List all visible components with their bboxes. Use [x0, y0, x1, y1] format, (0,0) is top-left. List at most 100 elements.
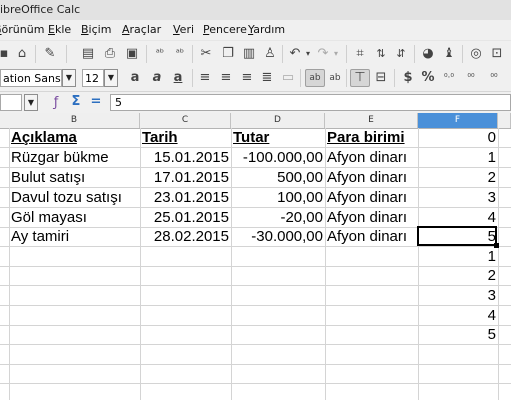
pivot-table-icon[interactable]: ♝ [441, 46, 457, 62]
cell-para-birimi[interactable]: Afyon dinarı [327, 188, 417, 208]
function-wizard-icon[interactable]: ƒ [48, 95, 64, 111]
cell-aciklama[interactable]: Davul tozu satışı [11, 188, 139, 208]
cell-tarih[interactable]: 25.01.2015 [142, 208, 229, 228]
edit-mode-icon[interactable]: ✎ [42, 46, 58, 62]
italic-icon[interactable]: a [149, 70, 165, 86]
sum-icon[interactable]: Σ [68, 94, 84, 110]
chart-icon[interactable]: ◕ [420, 46, 436, 62]
bold-icon[interactable]: a [127, 70, 143, 86]
sort-descending-icon[interactable]: ⇵ [393, 46, 409, 62]
align-center-icon[interactable]: ≡ [218, 70, 234, 86]
menu-gorunum[interactable]: Görünüm [0, 20, 44, 40]
cell-header-aciklama[interactable]: Açıklama [11, 128, 139, 148]
align-left-icon[interactable]: ≡ [197, 70, 213, 86]
cell-tarih[interactable]: 28.02.2015 [142, 227, 229, 247]
cell-header-tarih[interactable]: Tarih [142, 128, 230, 148]
cell-tutar[interactable]: 500,00 [233, 168, 323, 188]
title-bar: ibreOffice Calc [0, 0, 511, 21]
number-format-icon[interactable]: ⁰⋅⁰ [441, 70, 457, 86]
shrink-to-fit-icon[interactable]: ab [327, 70, 343, 86]
align-middle-icon[interactable]: ⊟ [373, 70, 389, 86]
redo-dropdown-icon[interactable]: ▾ [328, 46, 344, 62]
cell-tarih[interactable]: 15.01.2015 [142, 148, 229, 168]
menu-bicim[interactable]: Biçim [81, 20, 111, 40]
formula-icon[interactable]: = [88, 94, 104, 110]
font-name-dropdown-icon[interactable]: ▼ [62, 69, 76, 87]
cell-header-tutar[interactable]: Tutar [233, 128, 324, 148]
font-name-field[interactable]: ation Sans [0, 69, 62, 87]
cut-icon[interactable]: ✂ [198, 46, 214, 62]
cell-f[interactable]: 2 [420, 266, 496, 286]
cell-aciklama[interactable]: Ay tamiri [11, 227, 139, 247]
find-replace-icon[interactable]: ⌗ [352, 46, 368, 62]
cell-f[interactable]: 3 [420, 188, 496, 208]
wrap-text-icon[interactable]: ab [305, 69, 325, 87]
percent-format-icon[interactable]: % [420, 70, 436, 86]
mail-icon[interactable]: ⌂ [14, 46, 30, 62]
print-preview-icon[interactable]: ▣ [124, 46, 140, 62]
export-pdf-icon[interactable]: ▤ [80, 46, 96, 62]
cell-f[interactable]: 1 [420, 148, 496, 168]
gallery-icon[interactable]: ⊡ [489, 46, 505, 62]
autospell-icon[interactable]: ᵃᵇ [172, 46, 188, 62]
column-header-c[interactable]: C [140, 113, 231, 128]
sort-ascending-icon[interactable]: ⇅ [373, 46, 389, 62]
menu-veri[interactable]: Veri [173, 20, 194, 40]
underline-icon[interactable]: a [170, 70, 186, 86]
spreadsheet-grid[interactable]: Açıklama Tarih Tutar Para birimi 0 Rüzga… [0, 128, 511, 400]
menu-yardim[interactable]: Yardım [248, 20, 285, 40]
formula-input[interactable]: 5 [110, 94, 511, 111]
cell-f[interactable]: 4 [420, 306, 496, 326]
cell-tutar[interactable]: -100.000,00 [233, 148, 323, 168]
align-right-icon[interactable]: ≡ [239, 70, 255, 86]
cell-tarih[interactable]: 23.01.2015 [142, 188, 229, 208]
cell-f[interactable]: 2 [420, 168, 496, 188]
cell-para-birimi[interactable]: Afyon dinarı [327, 208, 417, 228]
currency-format-icon[interactable]: $ [400, 70, 416, 86]
navigator-icon[interactable]: ◎ [468, 46, 484, 62]
font-size-field[interactable]: 12 [82, 69, 104, 87]
clone-format-icon[interactable]: ♙ [262, 46, 278, 62]
cell-f[interactable]: 0 [420, 128, 496, 148]
menu-ekle[interactable]: Ekle [48, 20, 71, 40]
cell-header-para-birimi[interactable]: Para birimi [327, 128, 417, 148]
cell-tutar[interactable]: -20,00 [233, 208, 323, 228]
save-icon[interactable]: ▪ [0, 46, 12, 62]
cell-f[interactable]: 4 [420, 208, 496, 228]
cell-para-birimi[interactable]: Afyon dinarı [327, 148, 417, 168]
formatting-toolbar: ation Sans ▼ 12 ▼ a a a ≡ ≡ ≡ ≣ ▭ ab ab … [0, 66, 511, 91]
font-size-dropdown-icon[interactable]: ▼ [104, 69, 118, 87]
column-header-e[interactable]: E [325, 113, 418, 128]
add-decimal-icon[interactable]: ⁰⁰ [463, 70, 479, 86]
justify-icon[interactable]: ≣ [259, 70, 275, 86]
cell-f[interactable]: 5 [420, 325, 496, 345]
name-box[interactable] [0, 94, 22, 111]
cell-aciklama[interactable]: Rüzgar bükme [11, 148, 139, 168]
column-header-d[interactable]: D [231, 113, 325, 128]
column-header-f[interactable]: F [418, 113, 498, 128]
autofill-handle[interactable] [494, 243, 499, 248]
column-header-g[interactable] [498, 113, 511, 128]
menu-bar: Görünüm Ekle Biçim Araçlar Veri Pencere … [0, 20, 511, 40]
column-header-b[interactable]: B [9, 113, 140, 128]
cell-tutar[interactable]: 100,00 [233, 188, 323, 208]
copy-icon[interactable]: ❐ [220, 46, 236, 62]
cell-f[interactable]: 1 [420, 247, 496, 267]
cell-tutar[interactable]: -30.000,00 [233, 227, 323, 247]
cell-aciklama[interactable]: Göl mayası [11, 208, 139, 228]
undo-dropdown-icon[interactable]: ▾ [300, 46, 316, 62]
delete-decimal-icon[interactable]: ⁰⁰ [486, 70, 502, 86]
menu-araclar[interactable]: Araçlar [122, 20, 161, 40]
print-icon[interactable]: ⎙ [102, 46, 118, 62]
align-top-icon[interactable]: ⊤ [350, 69, 370, 87]
cell-aciklama[interactable]: Bulut satışı [11, 168, 139, 188]
name-box-dropdown-icon[interactable]: ▼ [24, 94, 38, 111]
menu-pencere[interactable]: Pencere [203, 20, 247, 40]
cell-tarih[interactable]: 17.01.2015 [142, 168, 229, 188]
paste-icon[interactable]: ▥ [241, 46, 257, 62]
spellcheck-icon[interactable]: ᵃᵇ [152, 46, 168, 62]
cell-para-birimi[interactable]: Afyon dinarı [327, 227, 417, 247]
cell-f[interactable]: 3 [420, 286, 496, 306]
merge-cells-icon[interactable]: ▭ [280, 70, 296, 86]
cell-para-birimi[interactable]: Afyon dinarı [327, 168, 417, 188]
